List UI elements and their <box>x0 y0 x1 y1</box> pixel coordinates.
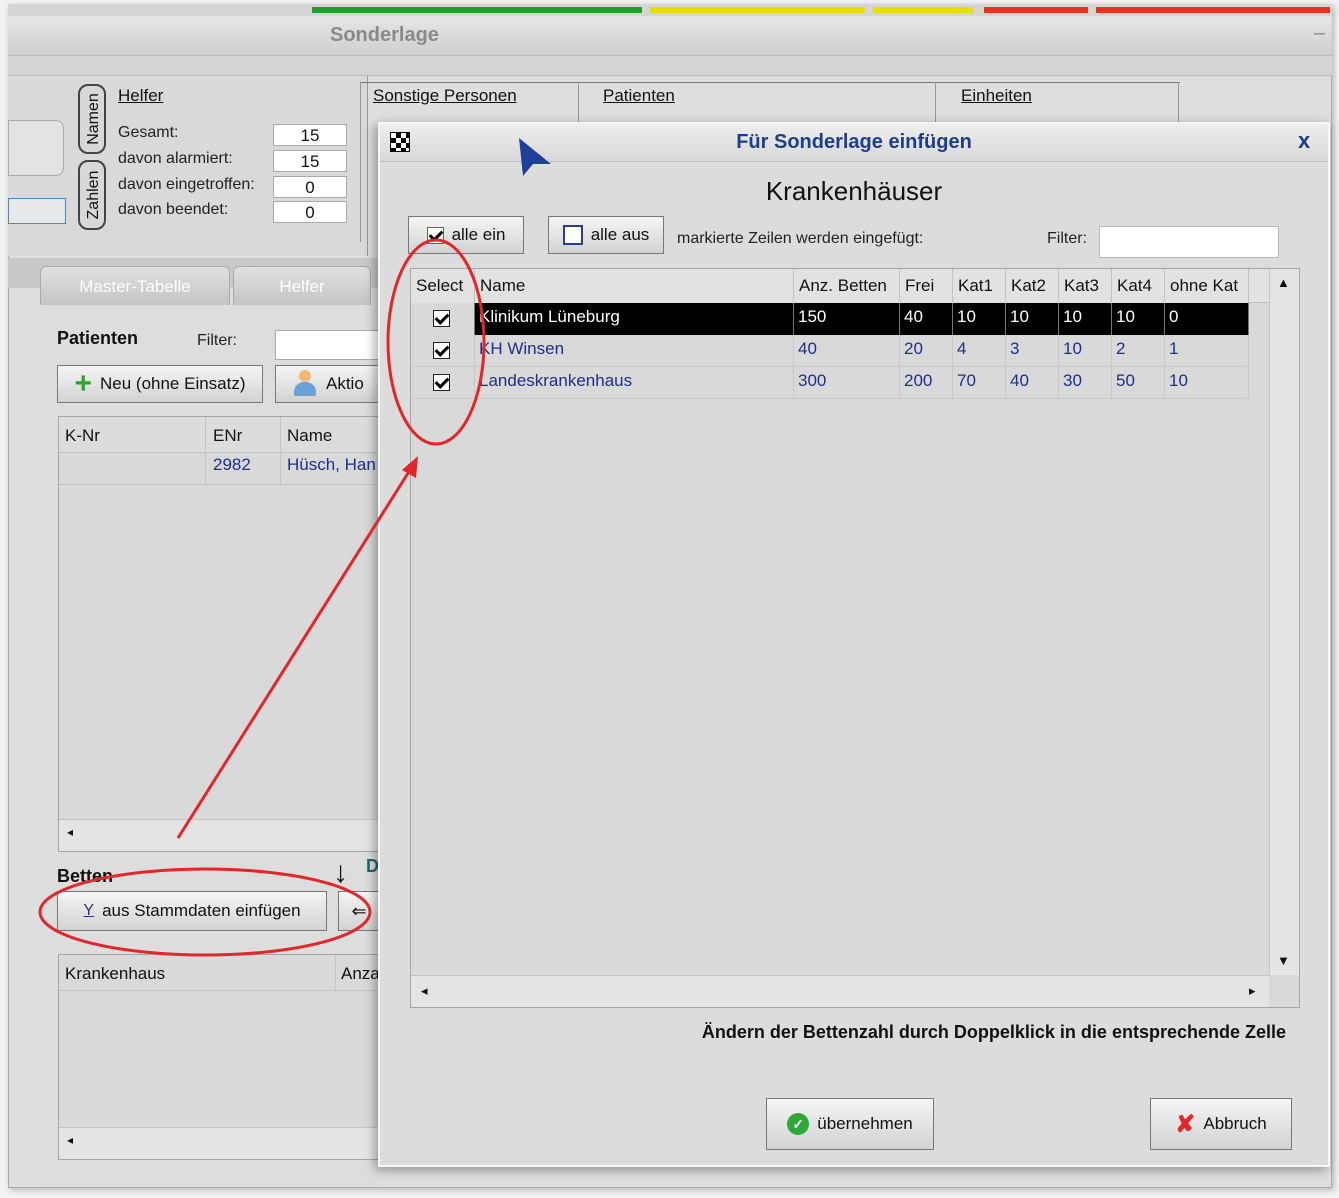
annotation-ellipse-button <box>38 867 372 957</box>
annotation-overlay <box>38 238 486 957</box>
annotation-ellipse-select <box>386 238 486 446</box>
annotation-arrow-head <box>402 456 418 478</box>
annotation-arrow-line <box>176 469 412 839</box>
